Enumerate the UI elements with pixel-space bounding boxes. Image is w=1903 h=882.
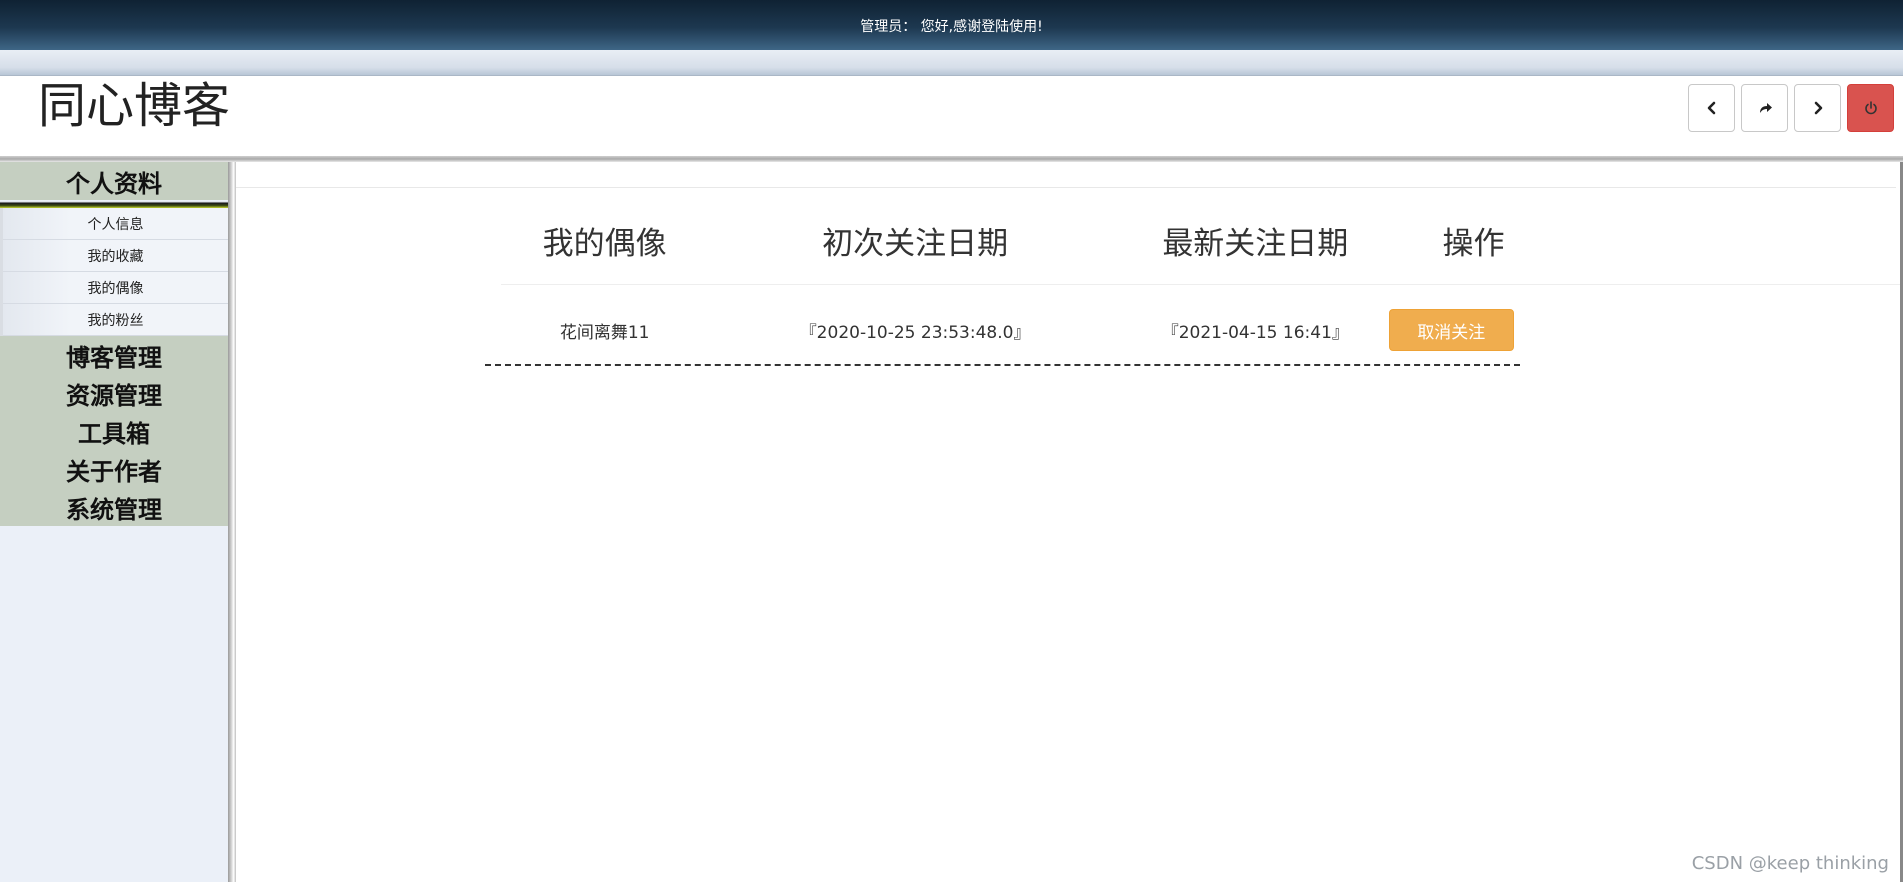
cell-first-date: 『2020-10-25 23:53:48.0』 [799, 322, 1031, 343]
dashed-separator [485, 364, 1520, 366]
chevron-right-icon [1814, 101, 1822, 115]
sidebar-group-blog-management[interactable]: 博客管理 [0, 336, 228, 374]
page-header: 同心博客 [0, 80, 1903, 156]
column-header-spacer [1558, 198, 1903, 285]
content-top-divider [236, 187, 1896, 188]
column-header-latest-date: 最新关注日期 [1121, 198, 1389, 285]
back-button[interactable] [1688, 84, 1735, 132]
sidebar-groups: 博客管理 资源管理 工具箱 关于作者 系统管理 [0, 336, 228, 526]
admin-greeting: 管理员： 您好,感谢登陆使用! [860, 19, 1043, 35]
table-row: 花间离舞11 『2020-10-25 23:53:48.0』 『2021-04-… [501, 284, 1903, 376]
sidebar-item-fans[interactable]: 我的粉丝 [3, 304, 228, 336]
logout-button[interactable] [1847, 84, 1894, 132]
csdn-watermark: CSDN @keep thinking [1691, 853, 1889, 874]
share-arrow-icon [1759, 103, 1772, 113]
sidebar-group-profile[interactable]: 个人资料 [0, 162, 228, 200]
column-header-idol: 我的偶像 [501, 198, 709, 285]
forward-share-button[interactable] [1741, 84, 1788, 132]
sidebar-item-favorites[interactable]: 我的收藏 [3, 240, 228, 272]
sidebar-group-about-author[interactable]: 关于作者 [0, 450, 228, 488]
unfollow-button[interactable]: 取消关注 [1388, 309, 1514, 352]
main-content: 我的偶像 初次关注日期 最新关注日期 操作 花间离舞11 『2020-10-25… [236, 162, 1903, 882]
table-header-row: 我的偶像 初次关注日期 最新关注日期 操作 [501, 198, 1903, 285]
cell-action: 取消关注 [1388, 284, 1558, 376]
site-title: 同心博客 [38, 78, 231, 134]
power-icon [1864, 101, 1877, 115]
column-header-action: 操作 [1388, 198, 1559, 285]
sidebar-item-personal-info[interactable]: 个人信息 [3, 208, 228, 240]
sidebar-divider [0, 200, 228, 208]
idol-table: 我的偶像 初次关注日期 最新关注日期 操作 花间离舞11 『2020-10-25… [501, 198, 1903, 376]
chevron-left-icon [1707, 101, 1715, 115]
cell-spacer [1558, 284, 1903, 376]
topbar-shadow-strip [0, 50, 1903, 76]
next-button[interactable] [1794, 84, 1841, 132]
column-header-first-date: 初次关注日期 [708, 198, 1122, 285]
sidebar-item-idols[interactable]: 我的偶像 [3, 272, 228, 304]
header-nav-buttons [1688, 84, 1894, 132]
cell-latest-date: 『2021-04-15 16:41』 [1161, 322, 1349, 343]
sidebar-group-toolbox[interactable]: 工具箱 [0, 412, 228, 450]
sidebar-splitter[interactable] [228, 162, 236, 882]
sidebar-group-system-management[interactable]: 系统管理 [0, 488, 228, 526]
admin-topbar: 管理员： 您好,感谢登陆使用! [0, 0, 1903, 50]
sidebar: 个人资料 个人信息 我的收藏 我的偶像 我的粉丝 博客管理 资源管理 工具箱 关… [0, 162, 228, 882]
cell-idol-name: 花间离舞11 [559, 322, 650, 343]
sidebar-group-resource-management[interactable]: 资源管理 [0, 374, 228, 412]
profile-submenu: 个人信息 我的收藏 我的偶像 我的粉丝 [0, 208, 228, 336]
